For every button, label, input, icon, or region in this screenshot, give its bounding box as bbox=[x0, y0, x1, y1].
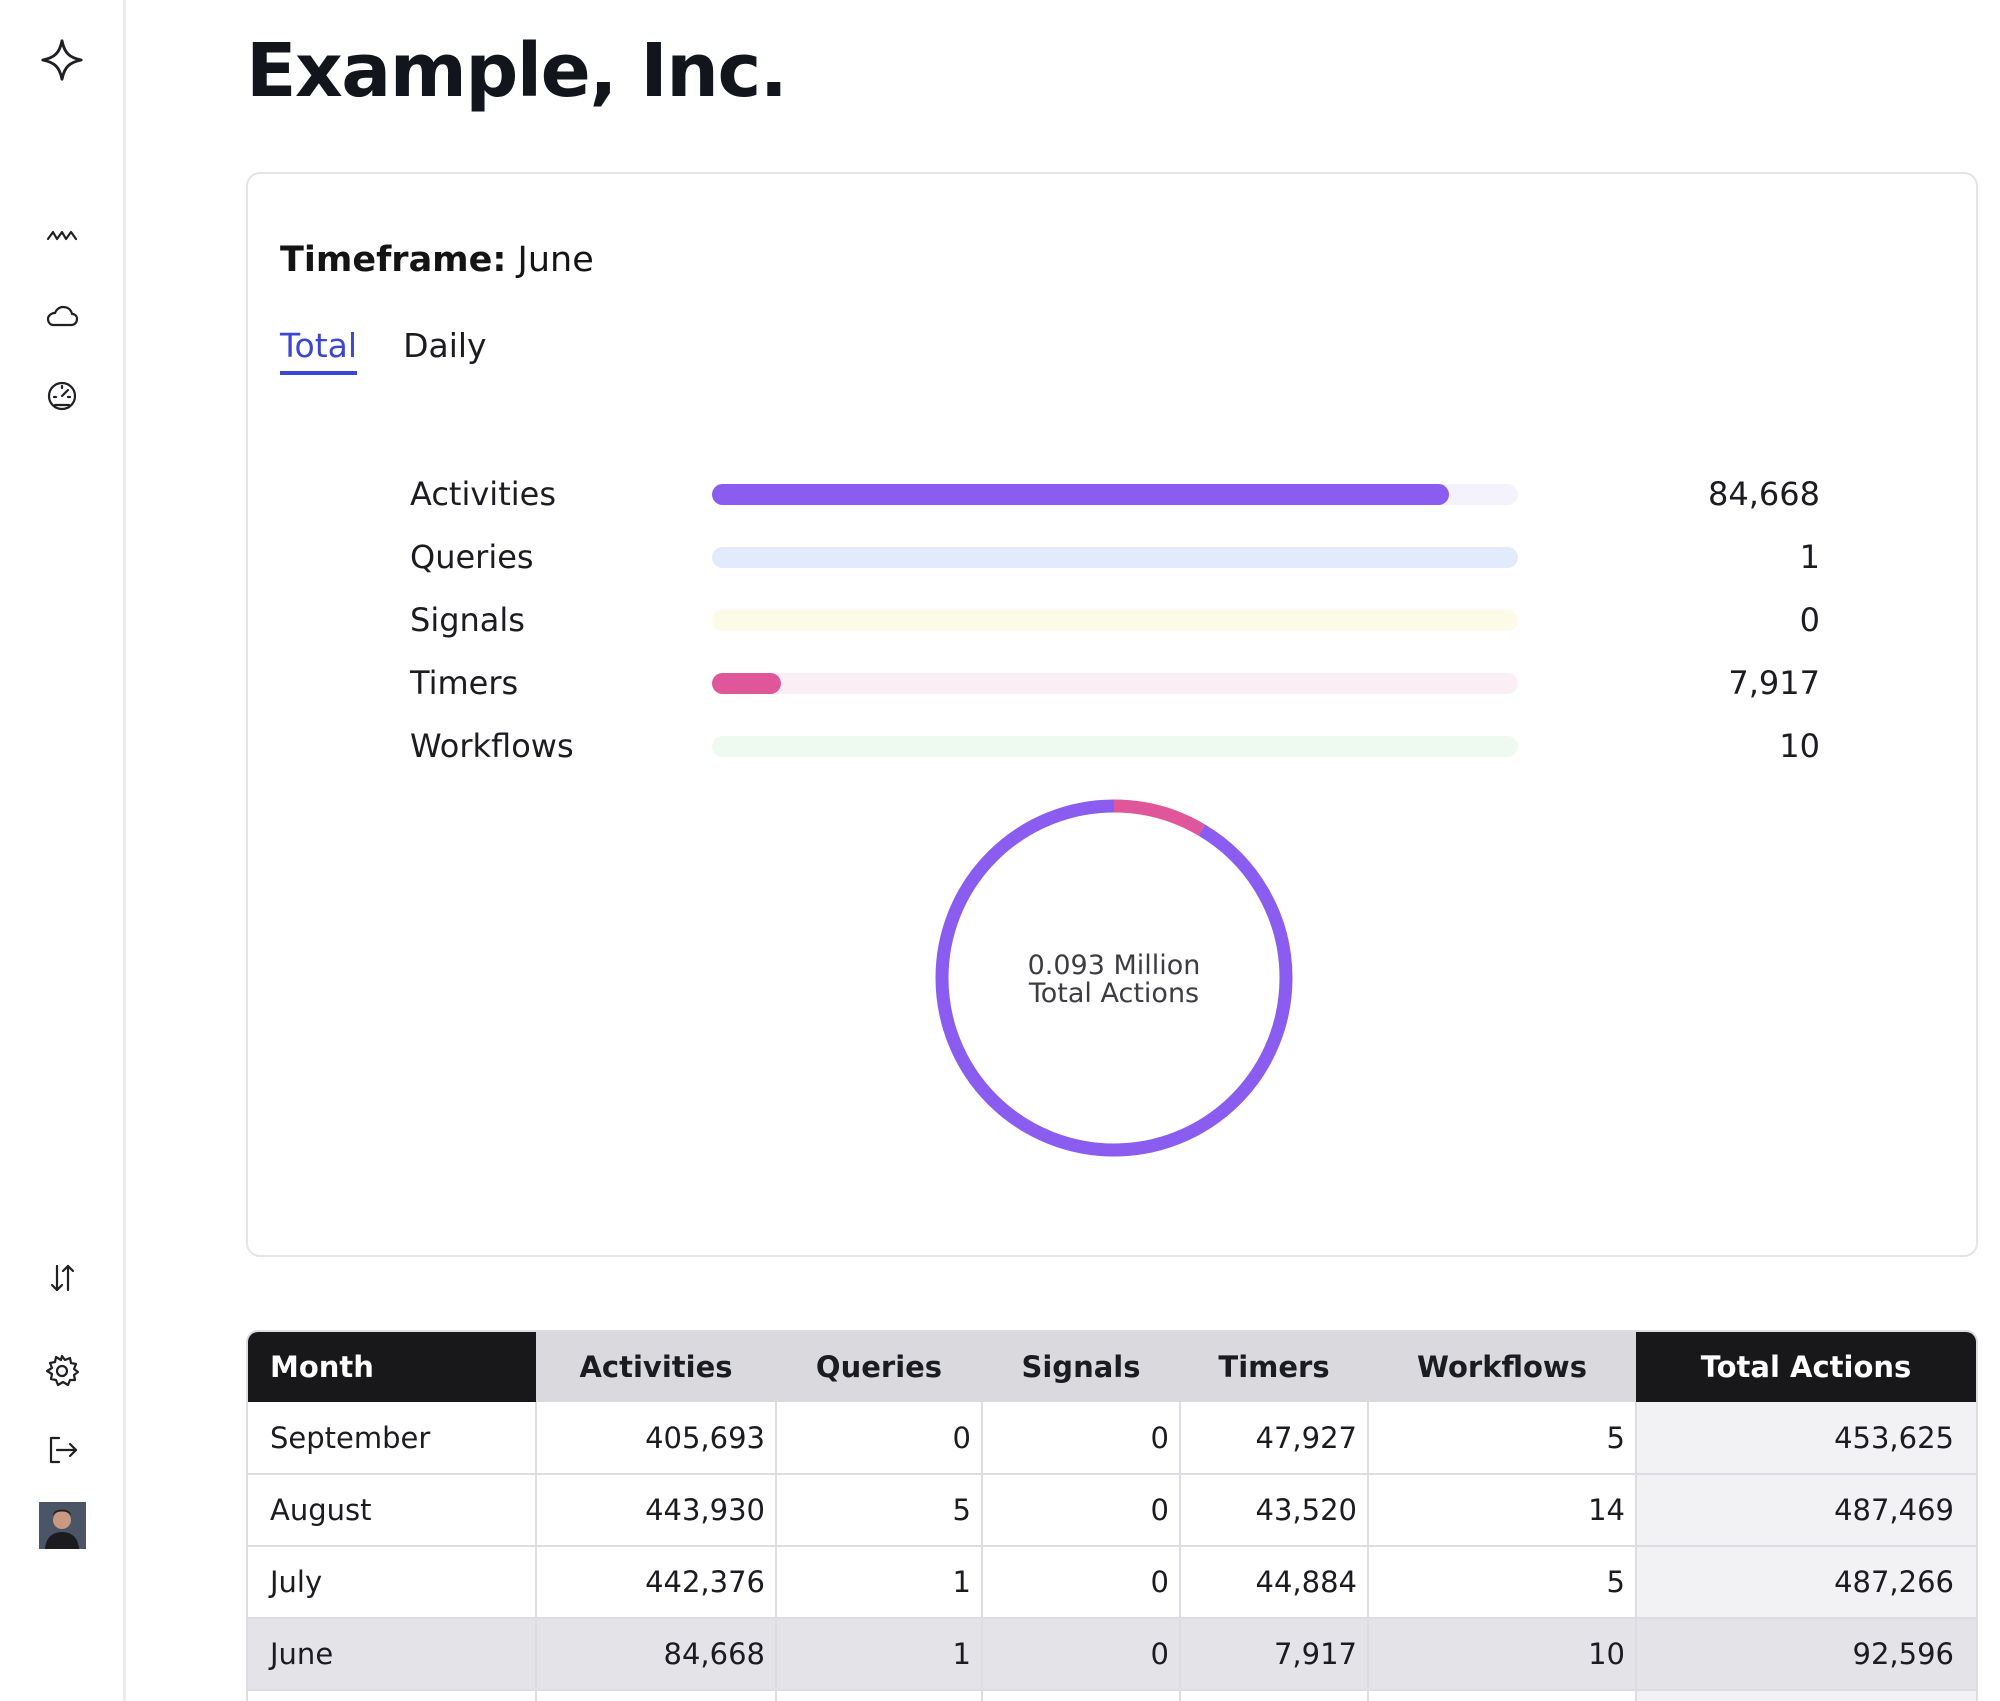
timeframe-label: Timeframe: bbox=[280, 240, 507, 280]
cell-month: August bbox=[248, 1474, 537, 1547]
cloud-icon[interactable] bbox=[38, 292, 86, 340]
cell-timers: 7,917 bbox=[1180, 1618, 1369, 1691]
metric-label: Timers bbox=[410, 664, 519, 702]
tab-daily[interactable]: Daily bbox=[403, 326, 487, 375]
metric-bar-fill bbox=[712, 673, 781, 694]
column-header-signals[interactable]: Signals bbox=[982, 1332, 1180, 1402]
column-header-queries[interactable]: Queries bbox=[776, 1332, 982, 1402]
cell-timers: 44,884 bbox=[1180, 1546, 1369, 1619]
metric-label: Queries bbox=[410, 538, 534, 576]
cell-month: July bbox=[248, 1546, 537, 1619]
cell-signals: 0 bbox=[982, 1402, 1181, 1475]
sort-arrows-icon[interactable] bbox=[38, 1254, 86, 1302]
cell-timers: 43,520 bbox=[1180, 1474, 1369, 1547]
cell-signals: 0 bbox=[982, 1474, 1181, 1547]
table-row[interactable] bbox=[248, 1690, 1976, 1701]
metric-value: 7,917 bbox=[1728, 664, 1820, 702]
cell-total-actions bbox=[1636, 1690, 1976, 1701]
cell-queries: 1 bbox=[776, 1546, 983, 1619]
metric-row-workflows: Workflows 10 bbox=[248, 726, 1980, 766]
cell-month: September bbox=[248, 1402, 537, 1475]
cell-month bbox=[248, 1690, 537, 1701]
column-header-timers[interactable]: Timers bbox=[1180, 1332, 1368, 1402]
table-row[interactable]: August 443,930 5 0 43,520 14 487,469 bbox=[248, 1474, 1976, 1547]
metric-bar-track bbox=[712, 673, 1518, 694]
page-title: Example, Inc. bbox=[246, 28, 788, 114]
donut-center-label: 0.093 Million Total Actions bbox=[934, 952, 1294, 1008]
metric-value: 1 bbox=[1799, 538, 1820, 576]
column-header-total-actions[interactable]: Total Actions bbox=[1636, 1332, 1976, 1402]
cell-activities: 443,930 bbox=[536, 1474, 777, 1547]
gauge-icon[interactable] bbox=[38, 371, 86, 419]
metric-bar-fill bbox=[712, 484, 1449, 505]
cell-activities: 405,693 bbox=[536, 1402, 777, 1475]
timeframe: Timeframe: June bbox=[280, 240, 594, 280]
cell-timers bbox=[1180, 1690, 1369, 1701]
cell-total-actions: 487,469 bbox=[1636, 1474, 1976, 1547]
metric-row-queries: Queries 1 bbox=[248, 537, 1980, 577]
metric-label: Activities bbox=[410, 475, 556, 513]
cell-workflows: 10 bbox=[1368, 1618, 1637, 1691]
metric-value: 84,668 bbox=[1708, 475, 1820, 513]
cell-timers: 47,927 bbox=[1180, 1402, 1369, 1475]
column-header-month[interactable]: Month bbox=[248, 1332, 536, 1402]
cell-total-actions: 487,266 bbox=[1636, 1546, 1976, 1619]
cell-month: June bbox=[248, 1618, 537, 1691]
tab-bar: Total Daily bbox=[280, 326, 487, 375]
cell-queries: 1 bbox=[776, 1618, 983, 1691]
column-header-workflows[interactable]: Workflows bbox=[1368, 1332, 1636, 1402]
usage-summary-card: Timeframe: June Total Daily Activities 8… bbox=[246, 172, 1978, 1257]
avatar[interactable] bbox=[39, 1502, 86, 1549]
cell-workflows: 5 bbox=[1368, 1402, 1637, 1475]
metric-bar-track bbox=[712, 736, 1518, 757]
table-row-selected[interactable]: June 84,668 1 0 7,917 10 92,596 bbox=[248, 1618, 1976, 1691]
logout-icon[interactable] bbox=[38, 1426, 86, 1474]
activity-icon[interactable] bbox=[38, 212, 86, 260]
logo-icon[interactable] bbox=[38, 36, 86, 84]
cell-signals: 0 bbox=[982, 1618, 1181, 1691]
cell-queries: 5 bbox=[776, 1474, 983, 1547]
cell-workflows bbox=[1368, 1690, 1637, 1701]
metric-label: Signals bbox=[410, 601, 525, 639]
cell-total-actions: 92,596 bbox=[1636, 1618, 1976, 1691]
metric-bar-track bbox=[712, 610, 1518, 631]
table-row[interactable]: September 405,693 0 0 47,927 5 453,625 bbox=[248, 1402, 1976, 1475]
cell-activities: 442,376 bbox=[536, 1546, 777, 1619]
monthly-usage-table: Month Activities Queries Signals Timers … bbox=[246, 1330, 1978, 1701]
donut-total-value: 0.093 Million bbox=[1027, 950, 1201, 981]
table-row[interactable]: July 442,376 1 0 44,884 5 487,266 bbox=[248, 1546, 1976, 1619]
metric-row-signals: Signals 0 bbox=[248, 600, 1980, 640]
metric-value: 10 bbox=[1779, 727, 1820, 765]
sidebar bbox=[0, 0, 126, 1701]
metric-bar-track bbox=[712, 547, 1518, 568]
table-header-row: Month Activities Queries Signals Timers … bbox=[248, 1332, 1976, 1402]
cell-queries: 0 bbox=[776, 1402, 983, 1475]
donut-total-caption: Total Actions bbox=[1028, 978, 1200, 1009]
cell-workflows: 14 bbox=[1368, 1474, 1637, 1547]
metric-row-activities: Activities 84,668 bbox=[248, 474, 1980, 514]
cell-workflows: 5 bbox=[1368, 1546, 1637, 1619]
timeframe-value: June bbox=[517, 240, 594, 280]
gear-icon[interactable] bbox=[38, 1347, 86, 1395]
metric-label: Workflows bbox=[410, 727, 574, 765]
cell-queries bbox=[776, 1690, 983, 1701]
cell-signals bbox=[982, 1690, 1181, 1701]
cell-total-actions: 453,625 bbox=[1636, 1402, 1976, 1475]
column-header-activities[interactable]: Activities bbox=[536, 1332, 776, 1402]
cell-activities: 84,668 bbox=[536, 1618, 777, 1691]
metric-bar-track bbox=[712, 484, 1518, 505]
cell-activities bbox=[536, 1690, 777, 1701]
metric-row-timers: Timers 7,917 bbox=[248, 663, 1980, 703]
tab-total[interactable]: Total bbox=[280, 326, 358, 375]
metric-value: 0 bbox=[1799, 601, 1820, 639]
cell-signals: 0 bbox=[982, 1546, 1181, 1619]
